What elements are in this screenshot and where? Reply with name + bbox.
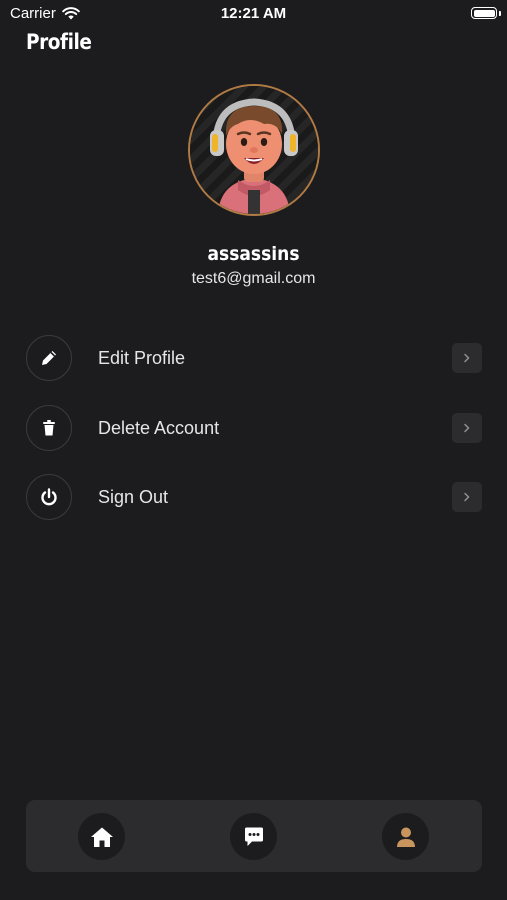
menu-item-edit-profile[interactable]: Edit Profile: [26, 334, 482, 382]
menu-item-sign-out[interactable]: Sign Out: [26, 473, 482, 521]
pencil-icon: [26, 335, 72, 381]
person-icon: [396, 827, 415, 847]
menu-label-delete-account: Delete Account: [98, 417, 220, 438]
battery-cap: [499, 11, 501, 16]
tab-chat[interactable]: [230, 813, 277, 860]
page-title: Profile: [26, 30, 92, 54]
status-bar: Carrier 12:21 AM: [0, 0, 507, 28]
tab-profile[interactable]: [382, 813, 429, 860]
chevron-right-icon: [452, 343, 482, 373]
user-name: assassins: [207, 243, 300, 265]
menu-label-sign-out: Sign Out: [98, 486, 169, 507]
battery-icon: [471, 7, 497, 19]
menu-item-delete-account[interactable]: Delete Account: [26, 404, 482, 452]
tab-bar: [26, 800, 482, 872]
tab-home[interactable]: [78, 813, 125, 860]
user-email: test6@gmail.com: [191, 270, 316, 287]
power-icon: [26, 474, 72, 520]
chevron-right-icon: [452, 482, 482, 512]
avatar[interactable]: [188, 84, 320, 216]
chevron-right-icon: [452, 413, 482, 443]
avatar-image: [190, 86, 318, 214]
trash-icon: [26, 405, 72, 451]
home-icon: [90, 827, 113, 847]
status-time: 12:21 AM: [220, 5, 287, 22]
menu-label-edit-profile: Edit Profile: [98, 347, 186, 368]
chat-icon: [244, 827, 263, 846]
